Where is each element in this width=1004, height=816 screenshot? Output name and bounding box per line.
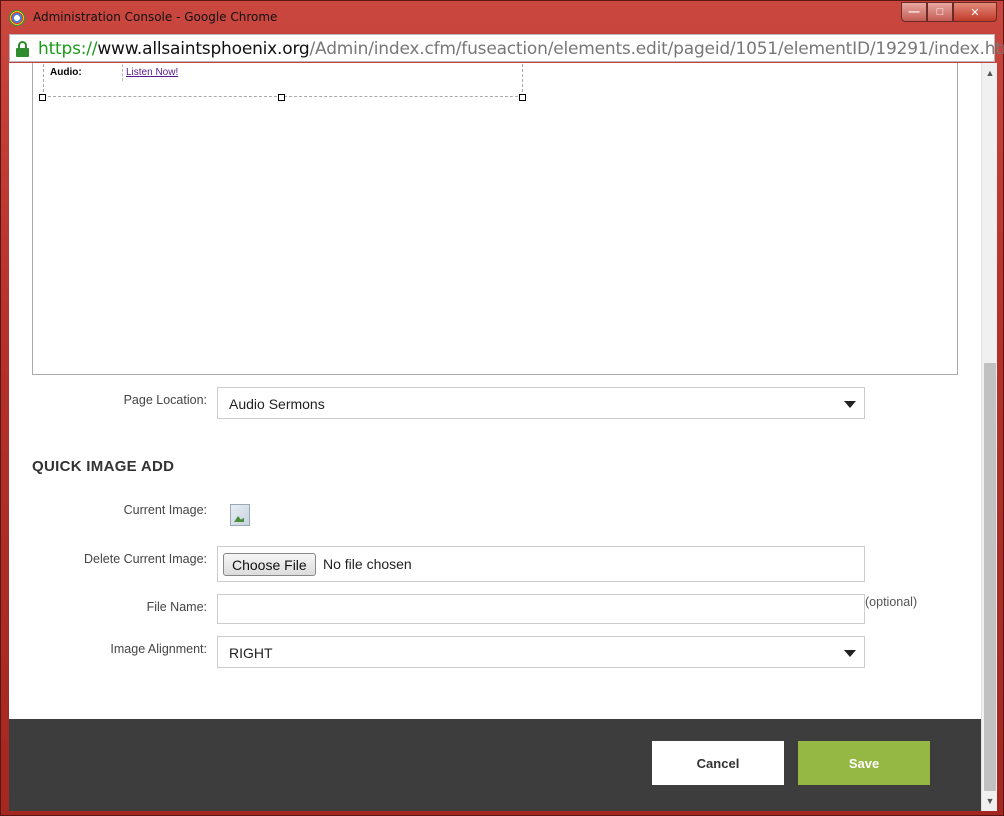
page-location-value: Audio Sermons [229, 396, 325, 412]
audio-label: Audio: [50, 67, 82, 78]
scroll-down-arrow-icon[interactable]: ▼ [982, 793, 998, 809]
address-bar[interactable]: https://www.allsaintsphoenix.org/Admin/i… [9, 34, 1004, 62]
optional-hint: (optional) [865, 595, 918, 609]
file-name-input[interactable] [217, 594, 865, 624]
title-bar: Administration Console - Google Chrome —… [1, 1, 1003, 33]
image-alignment-label: Image Alignment: [110, 642, 207, 656]
chevron-down-icon [844, 401, 856, 408]
url-scheme: https:// [38, 39, 98, 59]
scrollbar-thumb[interactable] [984, 363, 996, 791]
image-alignment-select[interactable]: RIGHT [217, 636, 865, 668]
audio-table[interactable]: Audio: Listen Now! [43, 63, 523, 97]
current-image-label: Current Image: [123, 503, 207, 517]
table-cell-divider [122, 63, 123, 81]
page-location-label: Page Location: [123, 393, 207, 407]
delete-current-image-label: Delete Current Image: [84, 552, 207, 566]
resize-handle-bottom-center[interactable] [278, 94, 285, 101]
file-status-text: No file chosen [323, 556, 412, 572]
resize-handle-bottom-left[interactable] [39, 94, 46, 101]
chevron-down-icon [844, 650, 856, 657]
scroll-up-arrow-icon[interactable]: ▲ [982, 65, 998, 81]
close-button[interactable]: ✕ [953, 2, 997, 22]
choose-file-button[interactable]: Choose File [223, 553, 316, 576]
browser-window: Administration Console - Google Chrome —… [0, 0, 1004, 816]
page-viewport: Audio: Listen Now! Page Location: Audio … [9, 63, 981, 811]
window-controls: — □ ✕ [901, 2, 997, 22]
file-upload-field: Choose File No file chosen [217, 546, 865, 582]
modal-footer: Cancel Save [9, 719, 981, 811]
broken-image-icon [230, 504, 250, 526]
lock-icon [16, 41, 29, 57]
page-location-select[interactable]: Audio Sermons [217, 387, 865, 419]
listen-now-link[interactable]: Listen Now! [126, 67, 178, 78]
resize-handle-bottom-right[interactable] [519, 94, 526, 101]
maximize-button[interactable]: □ [927, 2, 953, 22]
content-editor[interactable]: Audio: Listen Now! [32, 63, 958, 375]
cancel-button[interactable]: Cancel [652, 741, 784, 785]
url-host: www.allsaintsphoenix.org [97, 39, 310, 59]
vertical-scrollbar[interactable]: ▲ ▼ [981, 63, 997, 811]
minimize-button[interactable]: — [901, 2, 927, 22]
window-title: Administration Console - Google Chrome [33, 10, 278, 24]
url-text[interactable]: https://www.allsaintsphoenix.org/Admin/i… [38, 39, 1004, 59]
quick-image-add-heading: QUICK IMAGE ADD [32, 458, 175, 475]
image-alignment-value: RIGHT [229, 645, 273, 661]
chrome-logo-icon [9, 10, 25, 26]
save-button[interactable]: Save [798, 741, 930, 785]
url-path: /Admin/index.cfm/fuseaction/elements.edi… [309, 39, 1004, 59]
file-name-label: File Name: [146, 600, 207, 614]
